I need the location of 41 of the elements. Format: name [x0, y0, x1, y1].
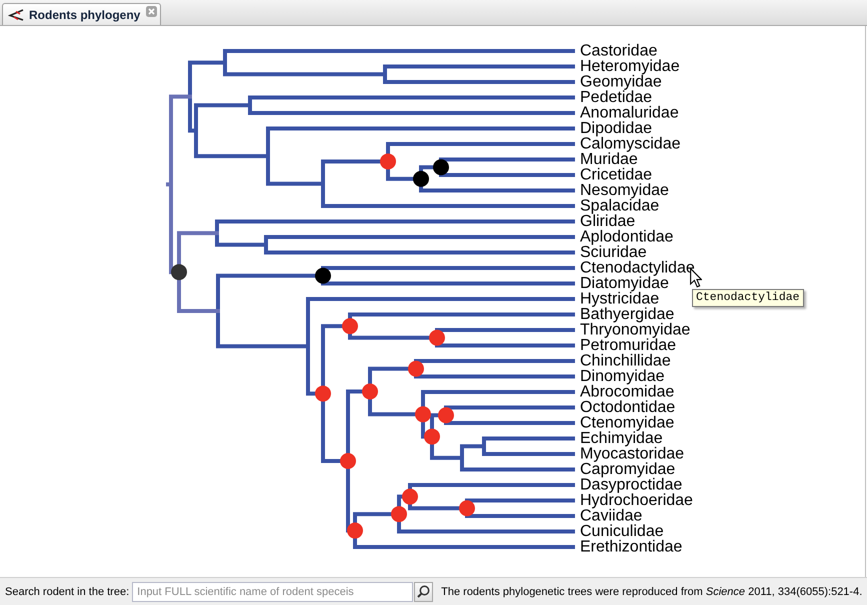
- taxon-label: Spalacidae: [580, 198, 660, 214]
- taxon-label: Castoridae: [580, 42, 658, 60]
- search-icon: [417, 585, 430, 598]
- taxon-label: Capromyidae: [580, 461, 676, 478]
- taxon-label: Gliridae: [580, 213, 636, 230]
- taxon-label: Erethizontidae: [580, 538, 682, 556]
- taxon-label: Thryonomyidae: [580, 322, 690, 338]
- taxon-label: Ctenodactylidae: [580, 260, 695, 276]
- citation-text: The rodents phylogenetic trees were reproduced from Science 2011, 334(6055):521-4.: [441, 586, 862, 598]
- taxon-label: Cricetidae: [580, 166, 652, 184]
- taxon-label: Echimyidae: [580, 430, 663, 447]
- tooltip: Ctenodactylidae: [692, 289, 804, 307]
- taxon-label: Dinomyidae: [580, 368, 664, 385]
- taxon-label: Anomaluridae: [580, 104, 679, 122]
- taxon-label: Abrocomidae: [580, 384, 674, 400]
- taxon-label: Octodontidae: [580, 399, 676, 416]
- taxon-label: Caviidae: [580, 508, 642, 524]
- taxon-label: Ctenomyidae: [580, 414, 674, 432]
- taxon-label: Calomyscidae: [580, 136, 680, 152]
- taxon-label: Petromuridae: [580, 337, 676, 354]
- taxon-label: Nesomyidae: [580, 182, 669, 199]
- taxon-label: Sciuridae: [580, 244, 647, 261]
- taxon-label: Cuniculidae: [580, 523, 664, 540]
- search-label: Search rodent in the tree:: [5, 586, 130, 598]
- taxon-label: Bathyergidae: [580, 306, 674, 323]
- tab[interactable]: Rodents phylogeny: [2, 3, 162, 25]
- branches-icon: [8, 8, 24, 20]
- taxon-label: Myocastoridae: [580, 446, 684, 462]
- taxon-label: Pedetidae: [580, 89, 652, 106]
- search-field[interactable]: Input FULL scientific name of rodent speceis: [132, 582, 414, 602]
- taxon-label: Hydrochoeridae: [580, 492, 693, 509]
- taxon-label: Hystricidae: [580, 290, 660, 308]
- taxon-label: Dipodidae: [580, 120, 652, 137]
- taxon-label: Aplodontidae: [580, 228, 674, 246]
- taxon-label: Muridae: [580, 151, 638, 168]
- taxon-label: Dasyproctidae: [580, 476, 682, 494]
- taxon-label: Geomyidae: [580, 74, 662, 90]
- taxon-label: Diatomyidae: [580, 275, 669, 292]
- search-button[interactable]: [414, 582, 434, 602]
- taxon-label: Chinchillidae: [580, 352, 671, 370]
- taxon-label: Heteromyidae: [580, 58, 680, 75]
